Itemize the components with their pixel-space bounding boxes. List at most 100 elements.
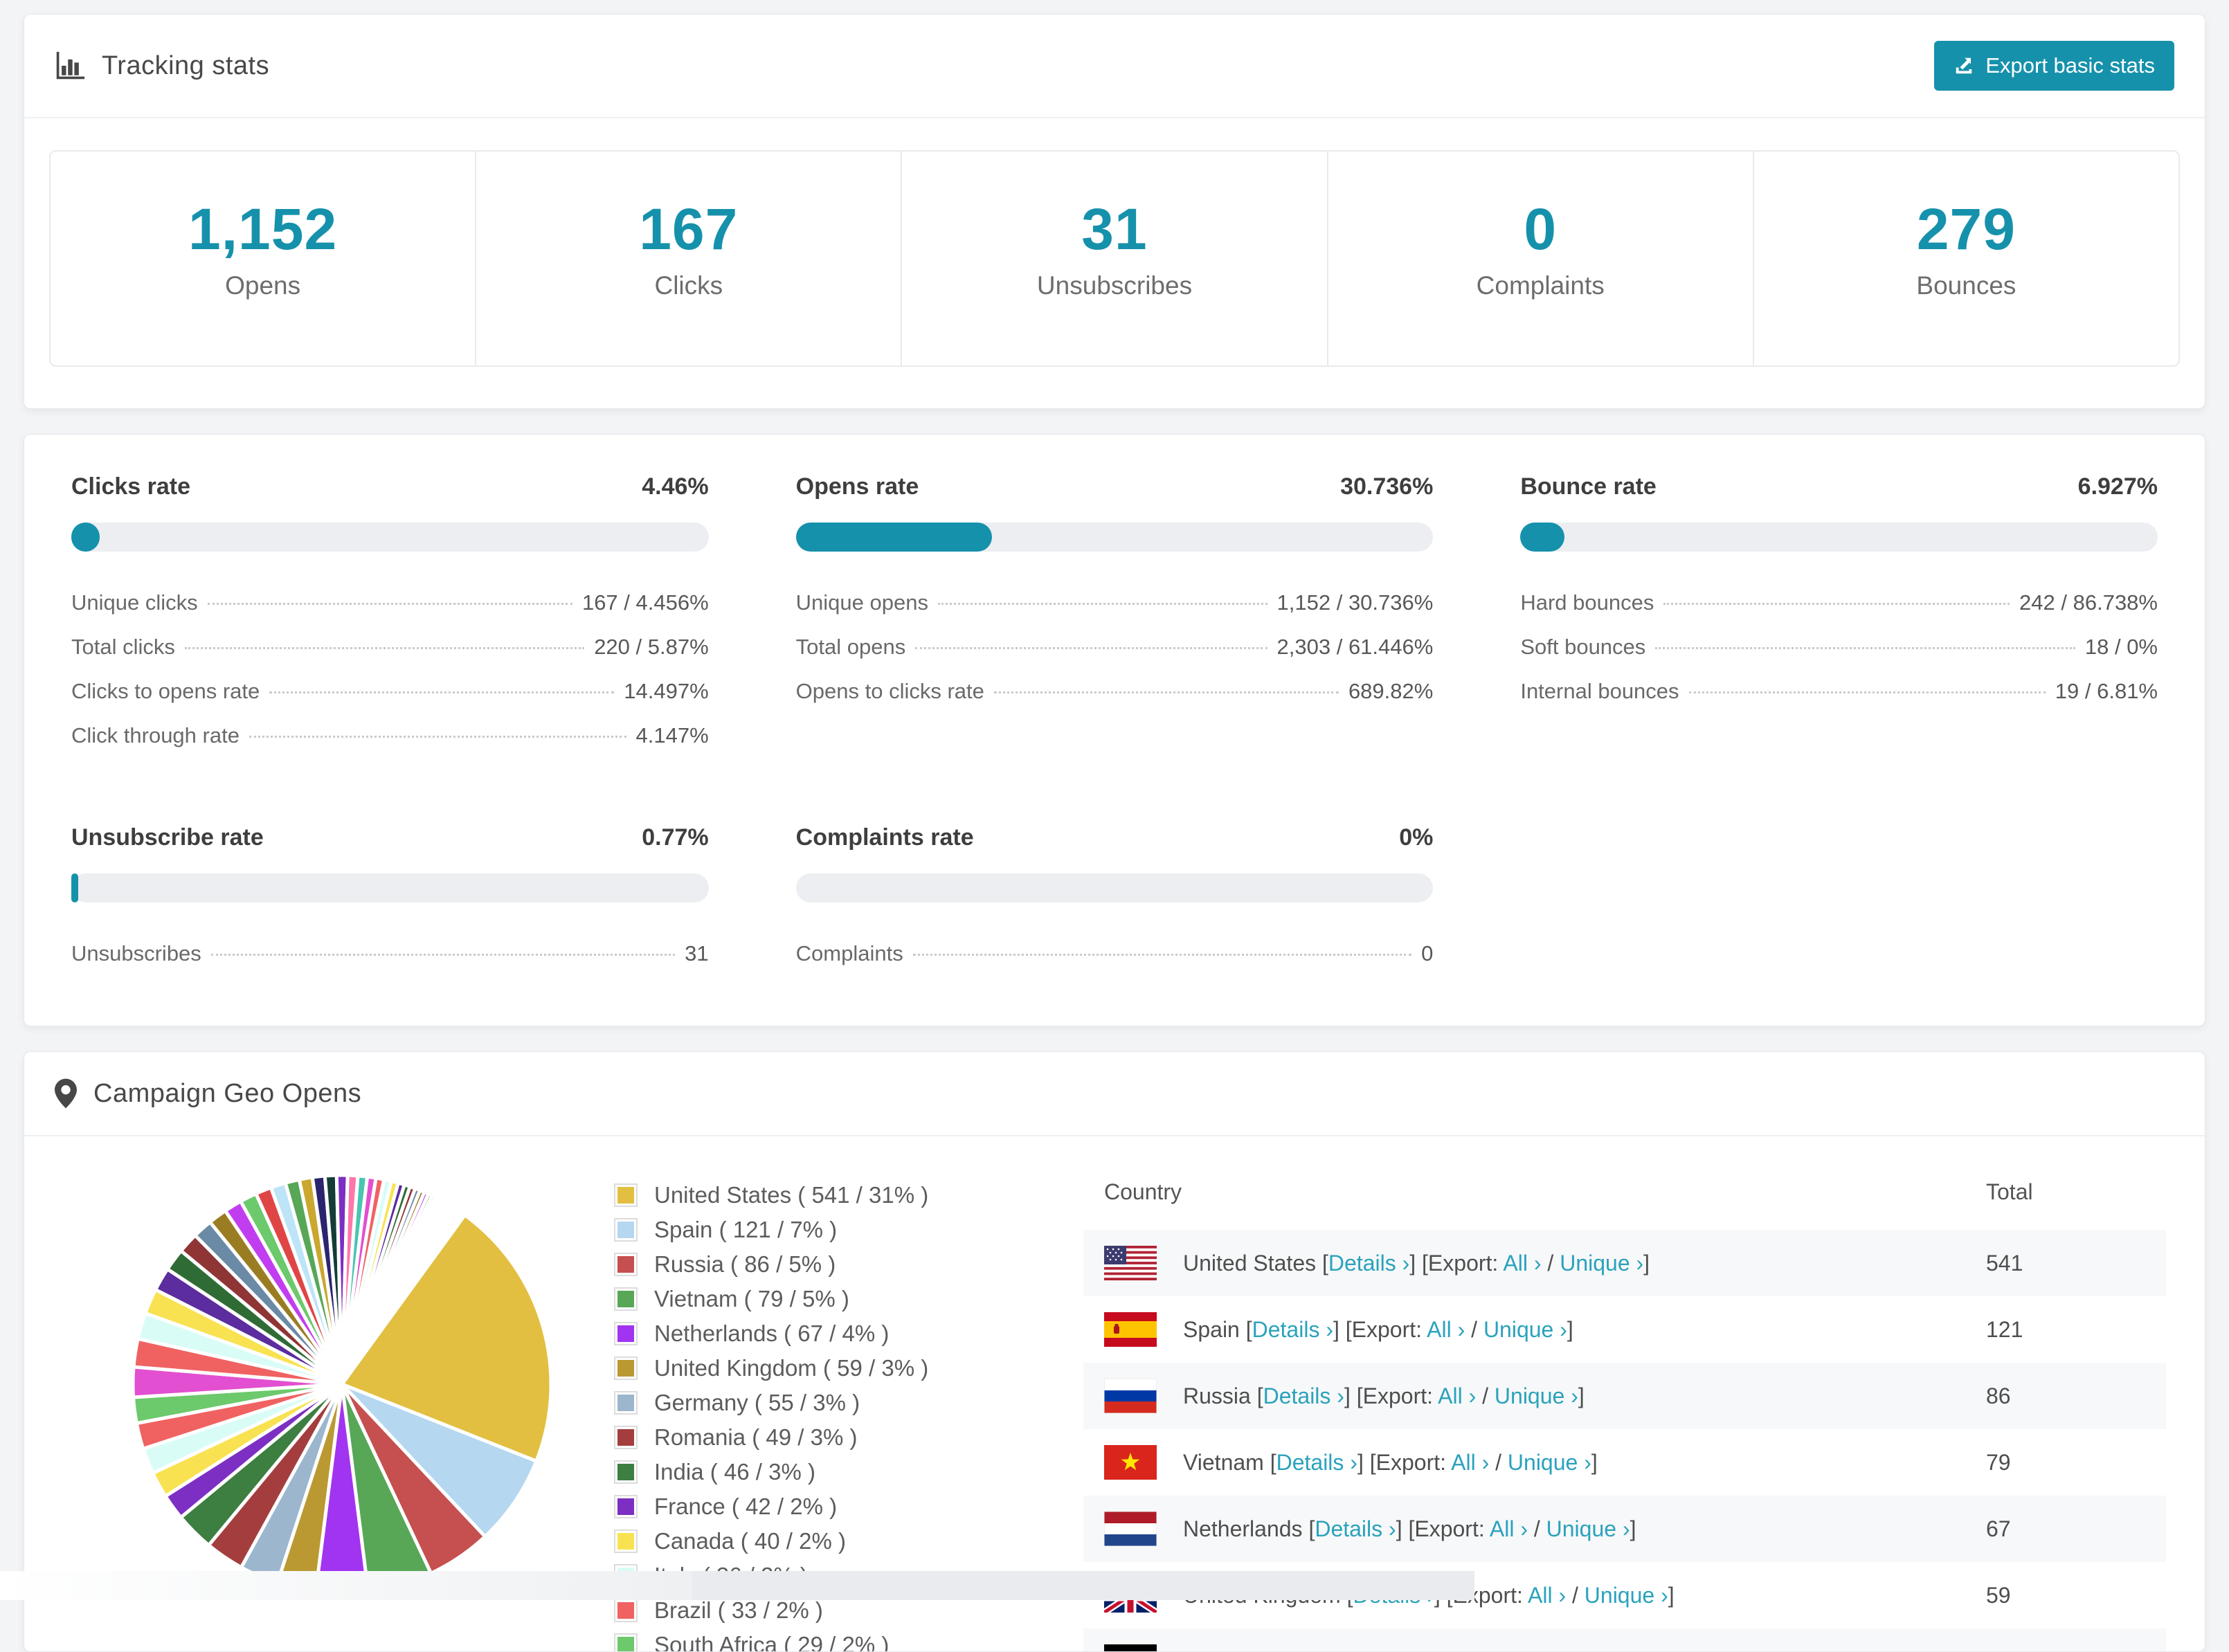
dotted-leader bbox=[938, 603, 1267, 605]
country-total: 55 bbox=[1986, 1649, 2145, 1652]
rate-progress-bar bbox=[71, 523, 709, 552]
rate-detail-value: 689.82% bbox=[1348, 679, 1433, 704]
rate-title: Unsubscribe rate bbox=[71, 824, 264, 851]
export-basic-stats-button[interactable]: Export basic stats bbox=[1934, 41, 2174, 91]
export-all-link[interactable]: All › bbox=[1438, 1383, 1476, 1408]
export-unique-link[interactable]: Unique › bbox=[1508, 1450, 1591, 1475]
export-unique-link[interactable]: Unique › bbox=[1518, 1649, 1602, 1652]
rate-detail-label: Internal bounces bbox=[1520, 679, 1679, 704]
country-total: 67 bbox=[1986, 1516, 2145, 1542]
export-all-link[interactable]: All › bbox=[1503, 1251, 1541, 1276]
rate-progress-bar bbox=[796, 523, 1434, 552]
rate-detail-row: Total opens2,303 / 61.446% bbox=[796, 625, 1434, 669]
campaign-geo-opens-card: Campaign Geo Opens United States ( 541 /… bbox=[24, 1051, 2205, 1652]
rate-progress-fill bbox=[1520, 523, 1564, 552]
rate-title-row: Opens rate30.736% bbox=[796, 473, 1434, 500]
separator: / bbox=[1476, 1383, 1495, 1408]
bracket: ] bbox=[1591, 1450, 1598, 1475]
rate-detail-value: 19 / 6.81% bbox=[2055, 679, 2158, 704]
table-row-vietnam: Vietnam [Details ›] [Export: All › / Uni… bbox=[1083, 1429, 2166, 1496]
country-name: Russia bbox=[1183, 1383, 1251, 1408]
bracket: ] bbox=[1630, 1516, 1636, 1541]
country-total: 86 bbox=[1986, 1383, 2145, 1409]
flag-us-icon bbox=[1104, 1246, 1157, 1280]
rate-detail-row: Unsubscribes31 bbox=[71, 932, 709, 976]
flag-nl-icon bbox=[1104, 1512, 1157, 1546]
rate-card-clicks-rate: Clicks rate4.46%Unique clicks167 / 4.456… bbox=[71, 473, 709, 758]
legend-label: United Kingdom ( 59 / 3% ) bbox=[654, 1355, 928, 1381]
legend-item-south-africa: South Africa ( 29 / 2% ) bbox=[615, 1632, 1058, 1652]
stats-row: 1,152Opens167Clicks31Unsubscribes0Compla… bbox=[49, 150, 2180, 367]
details-link[interactable]: Details › bbox=[1263, 1383, 1344, 1408]
rate-detail-rows: Unsubscribes31 bbox=[71, 932, 709, 976]
legend-item-vietnam: Vietnam ( 79 / 5% ) bbox=[615, 1286, 1058, 1312]
rate-detail-row: Complaints0 bbox=[796, 932, 1434, 976]
dotted-leader bbox=[915, 647, 1267, 649]
legend-swatch bbox=[615, 1531, 636, 1552]
rate-value: 4.46% bbox=[642, 473, 708, 500]
details-link[interactable]: Details › bbox=[1286, 1649, 1367, 1652]
export-prefix: ] [Export: bbox=[1368, 1649, 1461, 1652]
details-link[interactable]: Details › bbox=[1315, 1516, 1396, 1541]
bracket: [ bbox=[1264, 1450, 1276, 1475]
export-all-link[interactable]: All › bbox=[1427, 1317, 1465, 1342]
page-title: Tracking stats bbox=[102, 51, 269, 81]
legend-swatch bbox=[615, 1427, 636, 1448]
export-all-link[interactable]: All › bbox=[1451, 1450, 1489, 1475]
rate-detail-row: Unique clicks167 / 4.456% bbox=[71, 581, 709, 625]
rate-detail-label: Clicks to opens rate bbox=[71, 679, 260, 704]
export-prefix: ] [Export: bbox=[1344, 1383, 1438, 1408]
page-title-wrap: Tracking stats bbox=[55, 51, 269, 81]
legend-label: India ( 46 / 3% ) bbox=[654, 1459, 815, 1485]
details-link[interactable]: Details › bbox=[1252, 1317, 1333, 1342]
export-icon bbox=[1953, 55, 1974, 76]
separator: / bbox=[1489, 1450, 1508, 1475]
table-row-united-states: United States [Details ›] [Export: All ›… bbox=[1083, 1230, 2166, 1296]
table-row-netherlands: Netherlands [Details ›] [Export: All › /… bbox=[1083, 1496, 2166, 1562]
rate-title-row: Unsubscribe rate0.77% bbox=[71, 824, 709, 851]
export-all-link[interactable]: All › bbox=[1461, 1649, 1499, 1652]
export-unique-link[interactable]: Unique › bbox=[1483, 1317, 1567, 1342]
legend-swatch bbox=[615, 1219, 636, 1240]
rate-detail-label: Unique opens bbox=[796, 590, 928, 615]
legend-swatch bbox=[615, 1254, 636, 1275]
stat-value: 167 bbox=[476, 196, 901, 263]
rate-detail-value: 18 / 0% bbox=[2085, 635, 2158, 660]
country-cell: Russia [Details ›] [Export: All › / Uniq… bbox=[1183, 1383, 1986, 1409]
table-row-germany: Germany [Details ›] [Export: All › / Uni… bbox=[1083, 1628, 2166, 1652]
export-unique-link[interactable]: Unique › bbox=[1560, 1251, 1643, 1276]
rate-detail-value: 242 / 86.738% bbox=[2019, 590, 2158, 615]
stat-value: 1,152 bbox=[51, 196, 475, 263]
separator: / bbox=[1528, 1516, 1546, 1541]
details-link[interactable]: Details › bbox=[1276, 1450, 1357, 1475]
dotted-leader bbox=[269, 691, 614, 693]
export-unique-link[interactable]: Unique › bbox=[1495, 1383, 1578, 1408]
country-cell: Netherlands [Details ›] [Export: All › /… bbox=[1183, 1516, 1986, 1542]
stat-value: 279 bbox=[1754, 196, 2178, 263]
stat-label: Clicks bbox=[476, 271, 901, 300]
export-prefix: ] [Export: bbox=[1409, 1251, 1503, 1276]
bracket: [ bbox=[1274, 1649, 1287, 1652]
dotted-leader bbox=[185, 647, 584, 649]
table-row-russia: Russia [Details ›] [Export: All › / Uniq… bbox=[1083, 1363, 2166, 1429]
background-gradient bbox=[0, 1571, 692, 1600]
details-link[interactable]: Details › bbox=[1328, 1251, 1409, 1276]
legend-label: South Africa ( 29 / 2% ) bbox=[654, 1632, 889, 1652]
rate-card-unsubscribe-rate: Unsubscribe rate0.77% Unsubscribes31 bbox=[71, 824, 709, 976]
legend-item-netherlands: Netherlands ( 67 / 4% ) bbox=[615, 1320, 1058, 1347]
rate-detail-row: Total clicks220 / 5.87% bbox=[71, 625, 709, 669]
rate-detail-rows: Complaints0 bbox=[796, 932, 1434, 976]
legend-swatch bbox=[615, 1496, 636, 1517]
legend-item-canada: Canada ( 40 / 2% ) bbox=[615, 1528, 1058, 1554]
rate-detail-label: Complaints bbox=[796, 941, 903, 966]
rate-detail-value: 167 / 4.456% bbox=[582, 590, 709, 615]
rates-grid: Clicks rate4.46%Unique clicks167 / 4.456… bbox=[48, 473, 2181, 976]
rate-title: Complaints rate bbox=[796, 824, 974, 851]
legend-swatch bbox=[615, 1358, 636, 1379]
geo-header: Campaign Geo Opens bbox=[24, 1052, 2205, 1135]
geo-table-header: Country Total bbox=[1083, 1154, 2166, 1230]
export-all-link[interactable]: All › bbox=[1490, 1516, 1528, 1541]
legend-swatch bbox=[615, 1289, 636, 1309]
geo-pie-wrap bbox=[69, 1153, 615, 1606]
export-unique-link[interactable]: Unique › bbox=[1546, 1516, 1630, 1541]
